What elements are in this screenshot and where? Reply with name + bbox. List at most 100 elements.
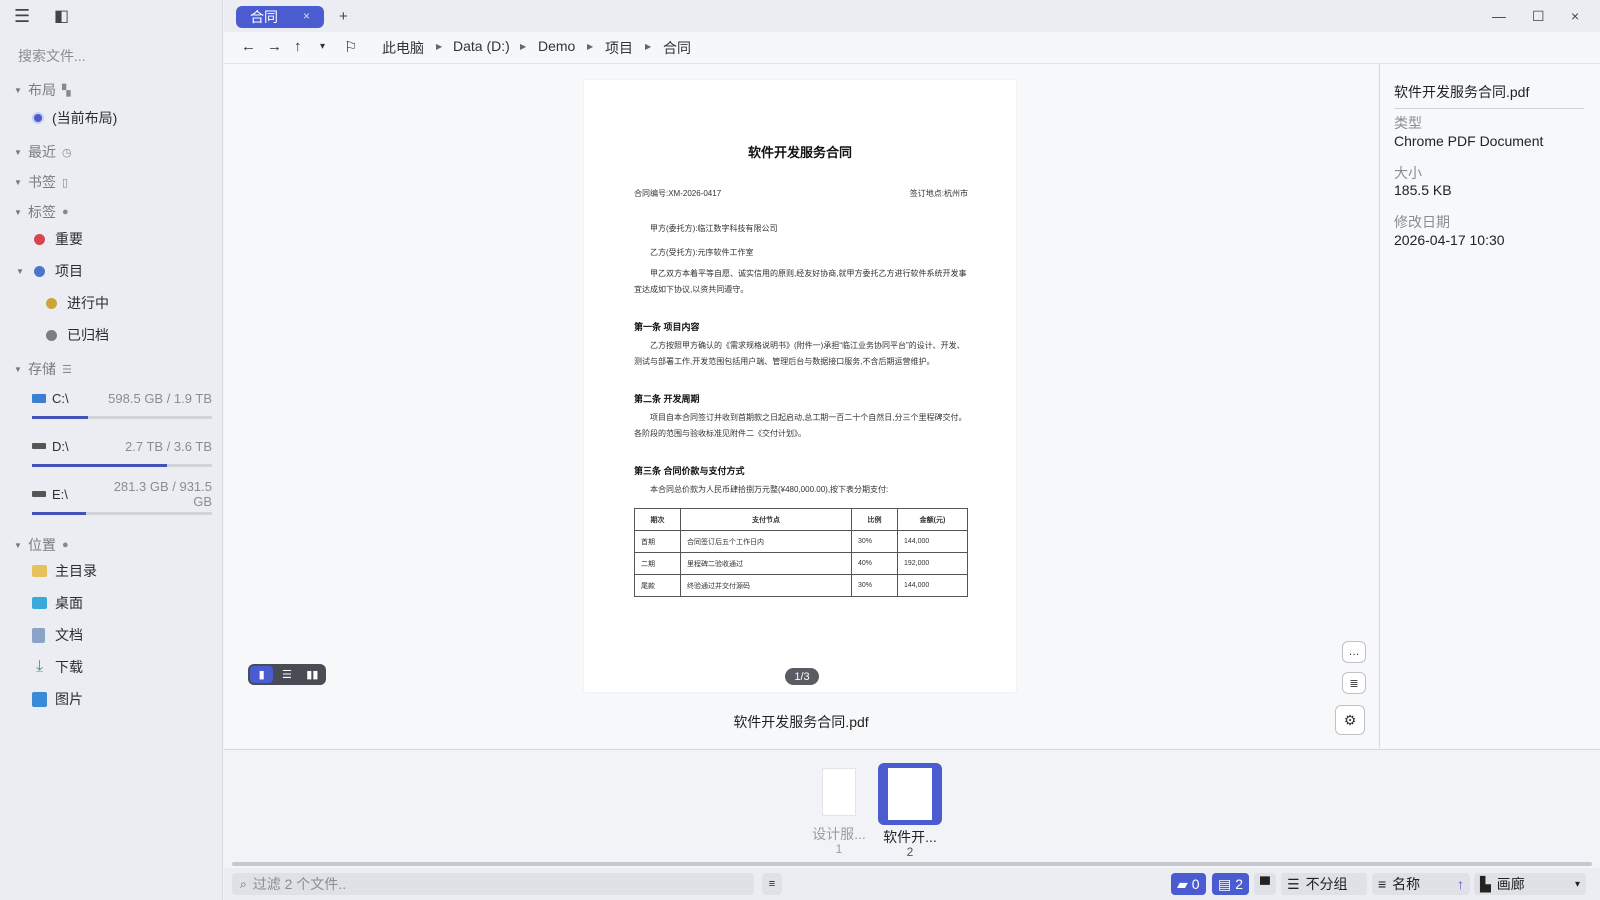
drive-usage-bar: [32, 512, 212, 515]
group-label: 不分组: [1305, 876, 1348, 892]
section-places[interactable]: ▼ 位置 ●: [14, 535, 69, 555]
two-page-icon[interactable]: ▮▮: [301, 666, 324, 683]
section-tags[interactable]: ▼ 标签 ●: [14, 202, 69, 222]
minimize-icon[interactable]: —: [1492, 8, 1506, 24]
sort-dropdown[interactable]: ≡ 名称 ↑: [1372, 873, 1470, 895]
info-panel: 软件开发服务合同.pdf 类型 Chrome PDF Document 大小 1…: [1379, 64, 1600, 748]
thumbnail-image: [888, 768, 932, 820]
table-row: 二期 里程碑二验收通过 40% 192,000: [634, 552, 968, 575]
section-storage[interactable]: ▼ 存储 ☰: [14, 359, 72, 379]
breadcrumb-item[interactable]: 项目: [605, 38, 633, 58]
thumbnail-image: [822, 768, 856, 816]
group-icon: ☰: [1287, 875, 1300, 892]
close-window-icon[interactable]: ×: [1571, 8, 1579, 24]
new-tab-button[interactable]: +: [339, 8, 348, 25]
info-size-label: 大小: [1394, 165, 1422, 181]
bookmark-icon: ▯: [62, 176, 69, 189]
tab-close-icon[interactable]: ×: [303, 9, 310, 23]
search-icon: ⌕: [240, 876, 247, 891]
table-header: 期次: [634, 508, 681, 531]
drive-usage-bar: [32, 464, 212, 467]
place-item-downloads[interactable]: ⤓ 下载: [32, 656, 83, 678]
intro-paragraph: 甲乙双方本着平等自愿、诚实信用的原则,经友好协商,就甲方委托乙方进行软件系统开发…: [634, 269, 967, 294]
tag-label: 进行中: [67, 295, 109, 311]
filter-options-icon[interactable]: ≡: [762, 873, 782, 895]
single-page-icon[interactable]: ▮: [250, 666, 274, 683]
breadcrumb-item[interactable]: 此电脑: [382, 38, 424, 58]
section-layout[interactable]: ▼ 布局 ▚: [14, 80, 70, 100]
layout-current-label: (当前布局): [52, 110, 118, 126]
folders-count: 0: [1191, 876, 1200, 892]
section-2-text: 项目自本合同签订并收到首期款之日起启动,总工期一百二十个自然日,分三个里程碑交付…: [634, 413, 967, 438]
tag-color-dot: [34, 233, 45, 245]
filter-input[interactable]: ⌕ 过滤 2 个文件..: [232, 873, 754, 895]
horizontal-scrollbar[interactable]: [232, 862, 1592, 866]
section-1-heading: 第一条 项目内容: [634, 322, 700, 332]
view-dropdown[interactable]: ▙ 画廊 ▾: [1474, 873, 1586, 895]
folders-count-button[interactable]: ▰ 0: [1171, 873, 1206, 895]
section-bookmarks[interactable]: ▼ 书签 ▯: [14, 172, 68, 192]
continuous-scroll-icon[interactable]: ☰: [275, 666, 298, 683]
table-header-row: 期次 支付节点 比例 金额(元): [634, 508, 968, 531]
preview-settings-button[interactable]: ⚙: [1335, 705, 1365, 735]
drive-label: C:\: [52, 390, 69, 406]
thumbnail-item-selected[interactable]: 软件开... 2: [878, 763, 942, 858]
section-recent[interactable]: ▼ 最近 ◷: [14, 142, 72, 162]
back-icon[interactable]: ←: [241, 38, 256, 55]
place-item-home[interactable]: 主目录: [32, 560, 97, 582]
table-cell: 合同签订后五个工作日内: [680, 530, 852, 553]
chevron-right-icon: ▶: [520, 42, 527, 51]
tag-item-important[interactable]: 重要: [34, 228, 83, 250]
menu-icon[interactable]: ☰: [14, 6, 30, 27]
drive-e[interactable]: E:\ 281.3 GB / 931.5 GB: [32, 479, 212, 515]
table-cell: 尾款: [634, 574, 681, 597]
pin-icon: ●: [62, 539, 69, 551]
up-icon[interactable]: ↑: [294, 38, 302, 55]
gallery-icon: ▙: [1480, 875, 1491, 892]
files-count-button[interactable]: ▤ 2: [1212, 873, 1250, 895]
group-dropdown[interactable]: ☰ 不分组: [1281, 873, 1367, 895]
place-item-desktop[interactable]: 桌面: [32, 592, 83, 614]
section-layout-label: 布局: [28, 82, 56, 98]
section-2-heading: 第二条 开发周期: [634, 394, 700, 404]
table-header: 支付节点: [680, 508, 852, 531]
forward-icon[interactable]: →: [267, 38, 282, 55]
layout-toggle-icon[interactable]: ▀: [1254, 873, 1276, 895]
table-cell: 144,000: [897, 530, 968, 553]
place-item-pictures[interactable]: 图片: [32, 688, 83, 710]
layout-current-item[interactable]: (当前布局): [34, 107, 117, 129]
drive-d[interactable]: D:\ 2.7 TB / 3.6 TB: [32, 436, 212, 467]
drive-usage-fill: [32, 512, 86, 515]
drive-label: D:\: [52, 438, 69, 454]
files-count: 2: [1235, 876, 1244, 892]
maximize-icon[interactable]: ☐: [1532, 8, 1545, 25]
folder-icon: ▰: [1177, 875, 1188, 892]
breadcrumb-item[interactable]: 合同: [663, 38, 691, 58]
breadcrumb-item[interactable]: Data (D:): [453, 38, 510, 54]
tag-item-in-progress[interactable]: 进行中: [46, 292, 109, 314]
tab-contract[interactable]: 合同 ×: [236, 6, 324, 28]
info-filename: 软件开发服务合同.pdf: [1394, 82, 1584, 109]
sort-direction-icon[interactable]: ↑: [1457, 876, 1464, 892]
drive-c[interactable]: C:\ 598.5 GB / 1.9 TB: [32, 388, 212, 419]
bookmark-icon[interactable]: ⚐: [344, 38, 357, 56]
pdf-page[interactable]: 软件开发服务合同 合同编号:XM-2026-0417 签订地点:杭州市 甲方(委…: [584, 80, 1016, 692]
more-options-button[interactable]: …: [1342, 641, 1366, 663]
chevron-right-icon: ▶: [645, 42, 652, 51]
tag-item-archived[interactable]: 已归档: [46, 324, 109, 346]
breadcrumb-item[interactable]: Demo: [538, 38, 575, 54]
details-button[interactable]: ≣: [1342, 672, 1366, 694]
drive-usage-fill: [32, 416, 88, 419]
place-item-documents[interactable]: 文档: [32, 624, 83, 646]
tag-item-project[interactable]: ▼ 项目: [16, 260, 83, 282]
table-header: 比例: [851, 508, 898, 531]
sidebar-search-input[interactable]: 搜索文件...: [18, 46, 86, 66]
thumbnail-strip: 设计服... 1 软件开... 2: [224, 749, 1600, 862]
windows-drive-icon: [32, 393, 46, 403]
history-dropdown-icon[interactable]: ▾: [320, 41, 325, 52]
thumbnail-item[interactable]: 设计服... 1: [808, 768, 870, 855]
sidebar-toggle-icon[interactable]: ◧: [54, 6, 69, 26]
filter-placeholder: 过滤 2 个文件..: [252, 876, 347, 892]
chevron-right-icon: ▶: [436, 42, 443, 51]
view-mode-switcher: ▮ ☰ ▮▮: [248, 664, 326, 685]
